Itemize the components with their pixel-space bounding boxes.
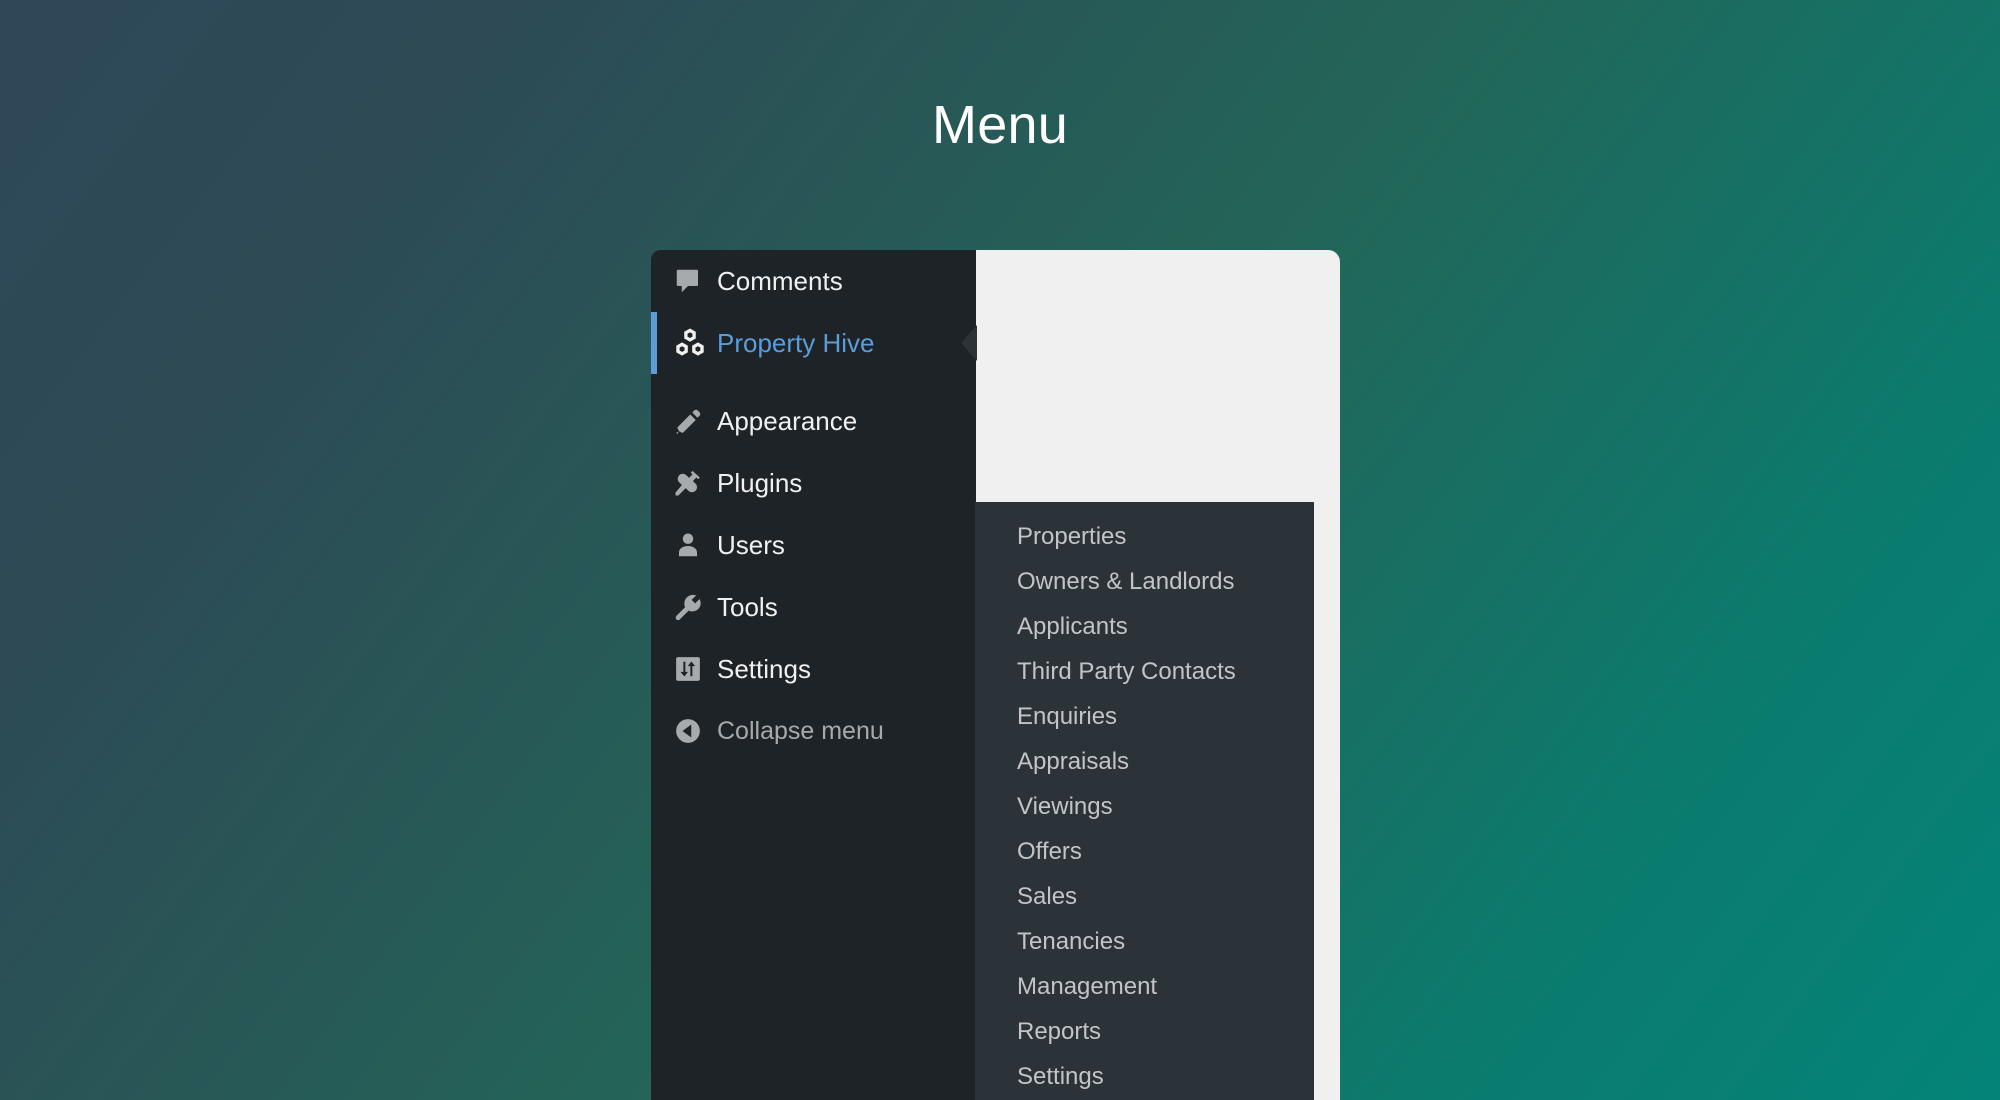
sliders-icon bbox=[673, 654, 713, 684]
sidebar-item-label: Settings bbox=[717, 654, 811, 684]
submenu-item-reports[interactable]: Reports bbox=[975, 1009, 1314, 1054]
submenu-item-owners-landlords[interactable]: Owners & Landlords bbox=[975, 559, 1314, 604]
sidebar-item-collapse-menu[interactable]: Collapse menu bbox=[651, 700, 976, 762]
submenu-item-settings[interactable]: Settings bbox=[975, 1054, 1314, 1099]
submenu-item-management[interactable]: Management bbox=[975, 964, 1314, 1009]
submenu-item-properties[interactable]: Properties bbox=[975, 514, 1314, 559]
sidebar-item-property-hive[interactable]: Property Hive bbox=[651, 312, 976, 374]
hexagons-icon bbox=[673, 326, 713, 360]
wrench-icon bbox=[673, 592, 713, 622]
sidebar-item-label: Appearance bbox=[717, 406, 858, 436]
sidebar-item-label: Collapse menu bbox=[717, 716, 884, 745]
page-title: Menu bbox=[932, 95, 1068, 155]
user-icon bbox=[673, 530, 713, 560]
sidebar-item-tools[interactable]: Tools bbox=[651, 576, 976, 638]
sidebar-item-settings[interactable]: Settings bbox=[651, 638, 976, 700]
sidebar-item-label: Comments bbox=[717, 266, 843, 296]
sidebar-item-label: Plugins bbox=[717, 468, 803, 498]
property-hive-submenu: Properties Owners & Landlords Applicants… bbox=[975, 502, 1314, 1100]
sidebar-separator bbox=[651, 374, 976, 390]
collapse-left-icon bbox=[673, 716, 713, 746]
plug-icon bbox=[673, 468, 713, 498]
sidebar-item-users[interactable]: Users bbox=[651, 514, 976, 576]
paintbrush-icon bbox=[673, 406, 713, 436]
submenu-item-viewings[interactable]: Viewings bbox=[975, 784, 1314, 829]
sidebar-item-label: Property Hive bbox=[717, 328, 875, 358]
sidebar-item-label: Tools bbox=[717, 592, 778, 622]
sidebar-item-plugins[interactable]: Plugins bbox=[651, 452, 976, 514]
sidebar-item-comments[interactable]: Comments bbox=[651, 250, 976, 312]
submenu-item-enquiries[interactable]: Enquiries bbox=[975, 694, 1314, 739]
submenu-item-third-party-contacts[interactable]: Third Party Contacts bbox=[975, 649, 1314, 694]
admin-sidebar: Comments Property Hive Appearance Plugin… bbox=[651, 250, 976, 1100]
submenu-item-appraisals[interactable]: Appraisals bbox=[975, 739, 1314, 784]
submenu-item-tenancies[interactable]: Tenancies bbox=[975, 919, 1314, 964]
sidebar-item-appearance[interactable]: Appearance bbox=[651, 390, 976, 452]
comment-icon bbox=[673, 266, 713, 296]
sidebar-menu-list: Comments Property Hive Appearance Plugin… bbox=[651, 250, 976, 762]
submenu-item-offers[interactable]: Offers bbox=[975, 829, 1314, 874]
submenu-item-applicants[interactable]: Applicants bbox=[975, 604, 1314, 649]
sidebar-item-label: Users bbox=[717, 530, 785, 560]
admin-menu-panel: Comments Property Hive Appearance Plugin… bbox=[651, 250, 1340, 1100]
submenu-item-sales[interactable]: Sales bbox=[975, 874, 1314, 919]
